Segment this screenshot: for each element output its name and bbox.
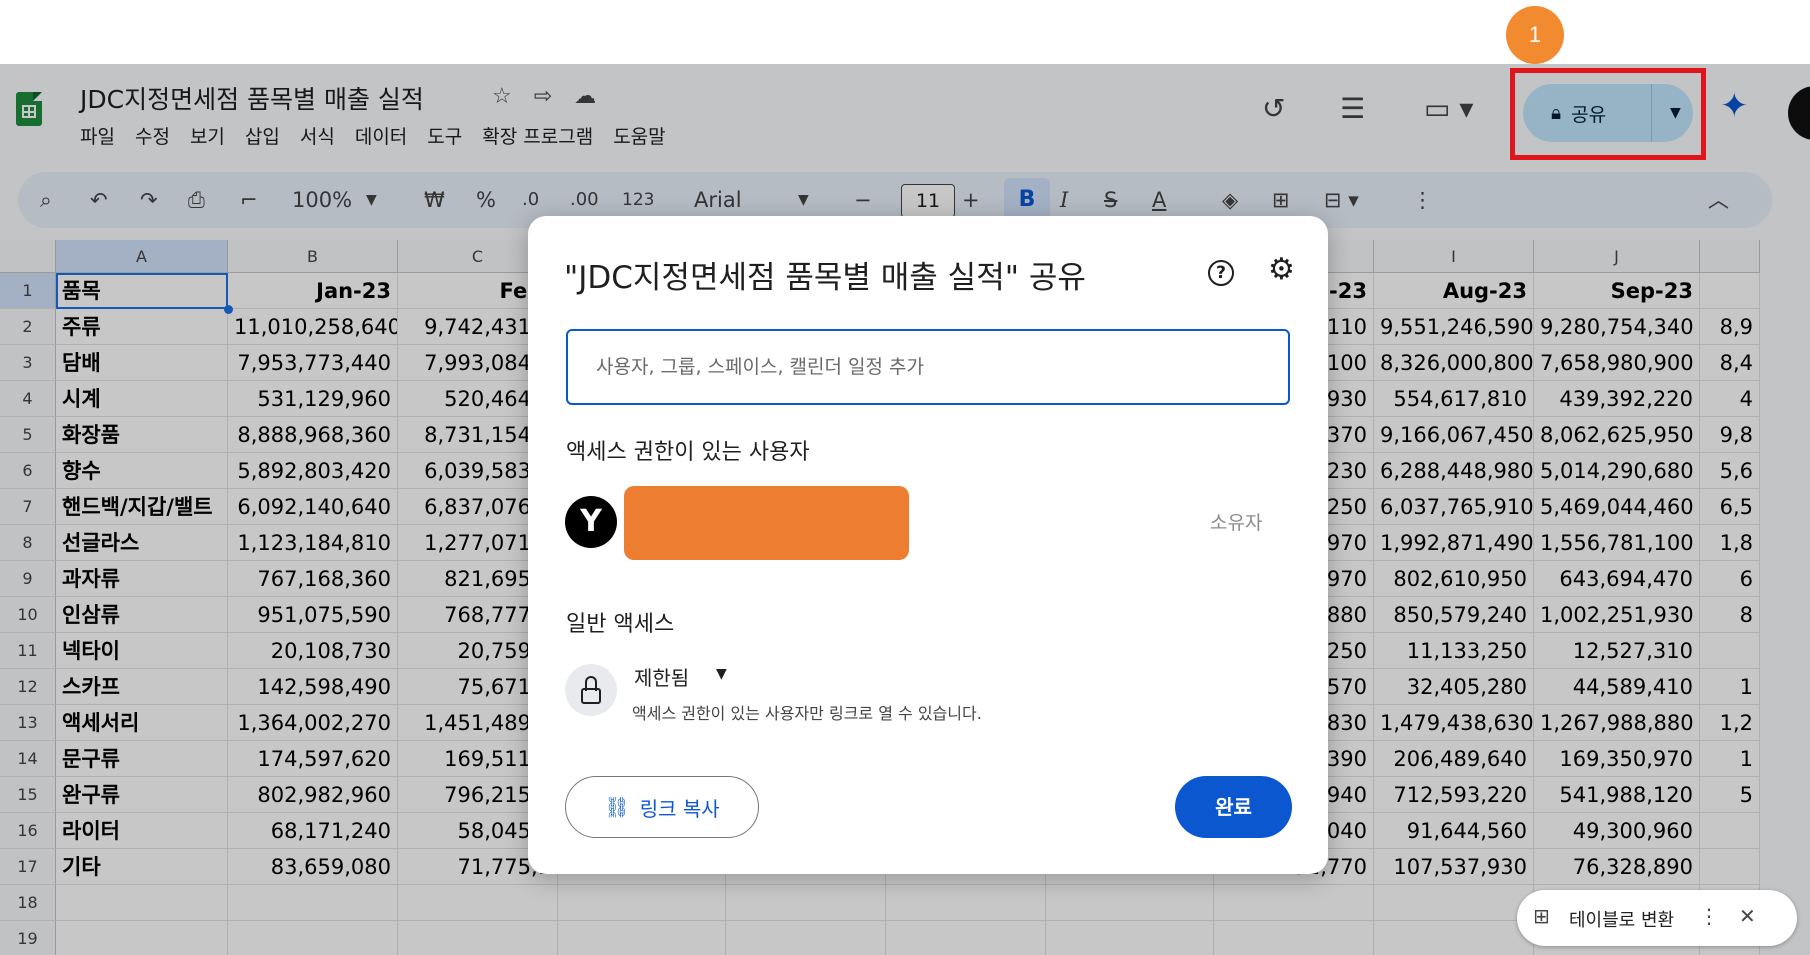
general-access-heading: 일반 액세스 <box>566 612 675 637</box>
user-avatar: Y <box>565 496 617 548</box>
restricted-lock-icon <box>565 664 617 716</box>
help-icon[interactable]: ? <box>1208 260 1234 286</box>
done-button[interactable]: 완료 <box>1175 776 1292 838</box>
add-people-input[interactable] <box>566 329 1290 405</box>
annotation-step-badge: 1 <box>1506 6 1564 64</box>
chip-more-icon[interactable]: ⋮ <box>1699 904 1719 928</box>
copy-link-button[interactable]: ⛓ 링크 복사 <box>565 776 759 838</box>
convert-to-table-label: 테이블로 변환 <box>1569 910 1675 931</box>
general-access-select[interactable]: 제한됨 <box>634 662 689 691</box>
people-with-access-heading: 액세스 권한이 있는 사용자 <box>566 440 810 465</box>
access-description: 액세스 권한이 있는 사용자만 링크로 열 수 있습니다. <box>632 704 982 723</box>
owner-role-label: 소유자 <box>1210 512 1263 534</box>
access-dropdown-icon[interactable]: ▼ <box>716 666 727 682</box>
chip-close-icon[interactable]: ✕ <box>1739 904 1756 928</box>
annotation-highlight-box <box>1510 68 1706 160</box>
share-dialog: "JDC지정면세점 품목별 매출 실적" 공유 ? ⚙ 액세스 권한이 있는 사… <box>528 216 1328 874</box>
link-icon: ⛓ <box>604 795 630 819</box>
table-icon: ⊞ <box>1533 904 1550 928</box>
convert-to-table-chip[interactable]: ⊞ 테이블로 변환 ⋮ ✕ <box>1517 890 1797 946</box>
copy-link-label: 링크 복사 <box>639 796 720 821</box>
redacted-user-info <box>624 486 909 560</box>
settings-gear-icon[interactable]: ⚙ <box>1268 252 1295 287</box>
dialog-title: "JDC지정면세점 품목별 매출 실적" 공유 <box>564 260 1086 296</box>
